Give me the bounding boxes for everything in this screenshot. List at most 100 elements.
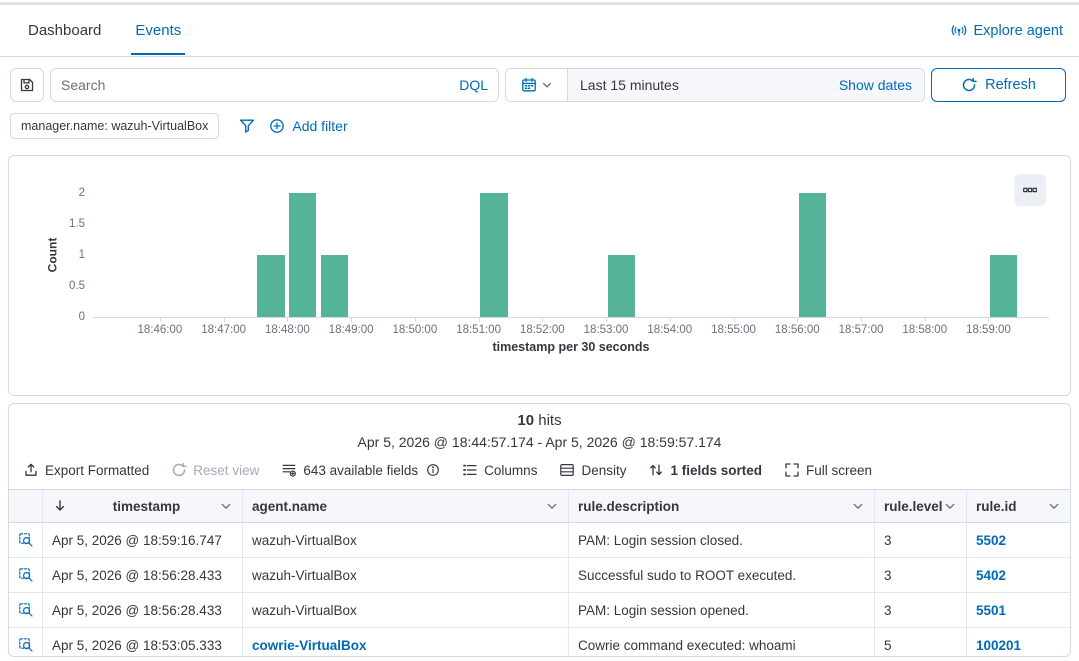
y-axis-tick-label: 0.5: [47, 280, 85, 292]
columns-icon: [462, 462, 478, 478]
column-header-agent.name[interactable]: agent.name: [243, 490, 569, 522]
cell-rule-description: PAM: Login session opened.: [569, 593, 875, 627]
export-icon: [23, 462, 39, 478]
filter-icon[interactable]: [239, 118, 255, 134]
x-axis-tick-label: 18:47:00: [201, 324, 246, 336]
cell-timestamp: Apr 5, 2026 @ 18:53:05.333: [43, 628, 243, 657]
cell-rule-id[interactable]: 5501: [967, 593, 1070, 627]
time-range-display[interactable]: Last 15 minutes Show dates: [568, 69, 924, 101]
refresh-button[interactable]: Refresh: [931, 68, 1066, 102]
tab-dashboard[interactable]: Dashboard: [24, 8, 105, 54]
x-axis-tick-label: 18:48:00: [265, 324, 310, 336]
x-axis-tick-label: 18:49:00: [329, 324, 374, 336]
y-axis-tick-label: 1: [47, 249, 85, 261]
export-formatted-button[interactable]: Export Formatted: [23, 462, 149, 478]
inspect-document-button[interactable]: [9, 558, 43, 592]
histogram-bar[interactable]: [257, 255, 284, 317]
cell-agent-name: wazuh-VirtualBox: [243, 523, 569, 557]
x-axis-tick: [988, 318, 989, 322]
histogram-bar[interactable]: [321, 255, 348, 317]
date-quick-select-button[interactable]: [506, 69, 568, 101]
refresh-label: Refresh: [985, 77, 1036, 93]
save-icon: [19, 77, 35, 93]
sort-fields-button[interactable]: 1 fields sorted: [648, 462, 762, 478]
cell-agent-name: wazuh-VirtualBox: [243, 593, 569, 627]
x-axis-tick-label: 18:57:00: [839, 324, 884, 336]
inspect-document-button[interactable]: [9, 628, 43, 657]
y-axis-tick-label: 2: [47, 187, 85, 199]
column-actions-icon[interactable]: [1047, 499, 1061, 513]
x-axis-tick: [415, 318, 416, 322]
table-row: Apr 5, 2026 @ 18:59:16.747wazuh-VirtualB…: [9, 523, 1070, 558]
add-filter-label: Add filter: [292, 118, 347, 134]
x-axis-tick: [797, 318, 798, 322]
add-filter-button[interactable]: Add filter: [269, 118, 347, 134]
column-label: timestamp: [113, 499, 181, 514]
save-query-button[interactable]: [10, 68, 44, 102]
column-header-rule.description[interactable]: rule.description: [569, 490, 875, 522]
cell-rule-level: 5: [875, 628, 967, 657]
column-actions-icon[interactable]: [545, 499, 559, 513]
available-fields-button[interactable]: 643 available fields: [281, 462, 440, 478]
explore-agent-button[interactable]: Explore agent: [951, 23, 1063, 39]
histogram-bar[interactable]: [608, 255, 635, 317]
inspect-document-button[interactable]: [9, 593, 43, 627]
plus-circle-icon: [269, 118, 285, 134]
time-range-value: Last 15 minutes: [580, 77, 679, 93]
x-axis-tick: [160, 318, 161, 322]
inspect-document-button[interactable]: [9, 523, 43, 557]
inspect-icon: [18, 532, 34, 548]
histogram-bar[interactable]: [480, 193, 507, 317]
columns-button[interactable]: Columns: [462, 462, 537, 478]
x-axis-tick-label: 18:51:00: [456, 324, 501, 336]
sorted-label: 1 fields sorted: [670, 463, 762, 478]
query-language-button[interactable]: DQL: [449, 77, 488, 93]
cell-timestamp: Apr 5, 2026 @ 18:56:28.433: [43, 593, 243, 627]
reset-view-button[interactable]: Reset view: [171, 462, 259, 478]
x-axis-tick: [542, 318, 543, 322]
filter-row: manager.name: wazuh-VirtualBox Add filte…: [10, 112, 1066, 140]
histogram-bar[interactable]: [289, 193, 316, 317]
x-axis-tick-label: 18:55:00: [711, 324, 756, 336]
column-actions-icon[interactable]: [943, 499, 957, 513]
fullscreen-label: Full screen: [806, 463, 872, 478]
density-button[interactable]: Density: [559, 462, 626, 478]
column-actions-icon[interactable]: [851, 499, 865, 513]
cell-rule-level: 3: [875, 558, 967, 592]
column-header-timestamp[interactable]: timestamp: [43, 490, 243, 522]
cell-rule-id[interactable]: 100201: [967, 628, 1070, 657]
cell-rule-description: PAM: Login session closed.: [569, 523, 875, 557]
hits-summary: 10 hits: [9, 412, 1070, 429]
column-header-rule.level[interactable]: rule.level: [875, 490, 967, 522]
fields-icon: [281, 462, 297, 478]
cell-rule-level: 3: [875, 523, 967, 557]
grid-header-control: [9, 490, 43, 522]
tab-events[interactable]: Events: [131, 8, 185, 54]
column-actions-icon[interactable]: [219, 499, 233, 513]
histogram-bar[interactable]: [990, 255, 1017, 317]
column-header-rule.id[interactable]: rule.id: [967, 490, 1070, 522]
columns-label: Columns: [484, 463, 537, 478]
x-axis-tick: [287, 318, 288, 322]
reset-icon: [171, 462, 187, 478]
x-axis-tick-label: 18:46:00: [138, 324, 183, 336]
grid-body: Apr 5, 2026 @ 18:59:16.747wazuh-VirtualB…: [9, 523, 1070, 657]
table-row: Apr 5, 2026 @ 18:56:28.433wazuh-VirtualB…: [9, 558, 1070, 593]
x-axis-tick: [670, 318, 671, 322]
cell-rule-id[interactable]: 5402: [967, 558, 1070, 592]
x-axis-tick: [925, 318, 926, 322]
full-screen-button[interactable]: Full screen: [784, 462, 872, 478]
histogram-bar[interactable]: [799, 193, 826, 317]
density-icon: [559, 462, 575, 478]
cell-timestamp: Apr 5, 2026 @ 18:59:16.747: [43, 523, 243, 557]
cell-rule-id[interactable]: 5502: [967, 523, 1070, 557]
events-histogram-panel: Count 00.511.5218:46:0018:47:0018:48:001…: [8, 155, 1071, 396]
x-axis-tick: [606, 318, 607, 322]
filter-pill[interactable]: manager.name: wazuh-VirtualBox: [10, 113, 219, 139]
cell-agent-name[interactable]: cowrie-VirtualBox: [243, 628, 569, 657]
explore-agent-label: Explore agent: [974, 23, 1063, 39]
search-input[interactable]: [61, 77, 449, 93]
info-icon: [426, 463, 440, 477]
show-dates-button[interactable]: Show dates: [839, 77, 912, 93]
table-row: Apr 5, 2026 @ 18:53:05.333cowrie-Virtual…: [9, 628, 1070, 657]
